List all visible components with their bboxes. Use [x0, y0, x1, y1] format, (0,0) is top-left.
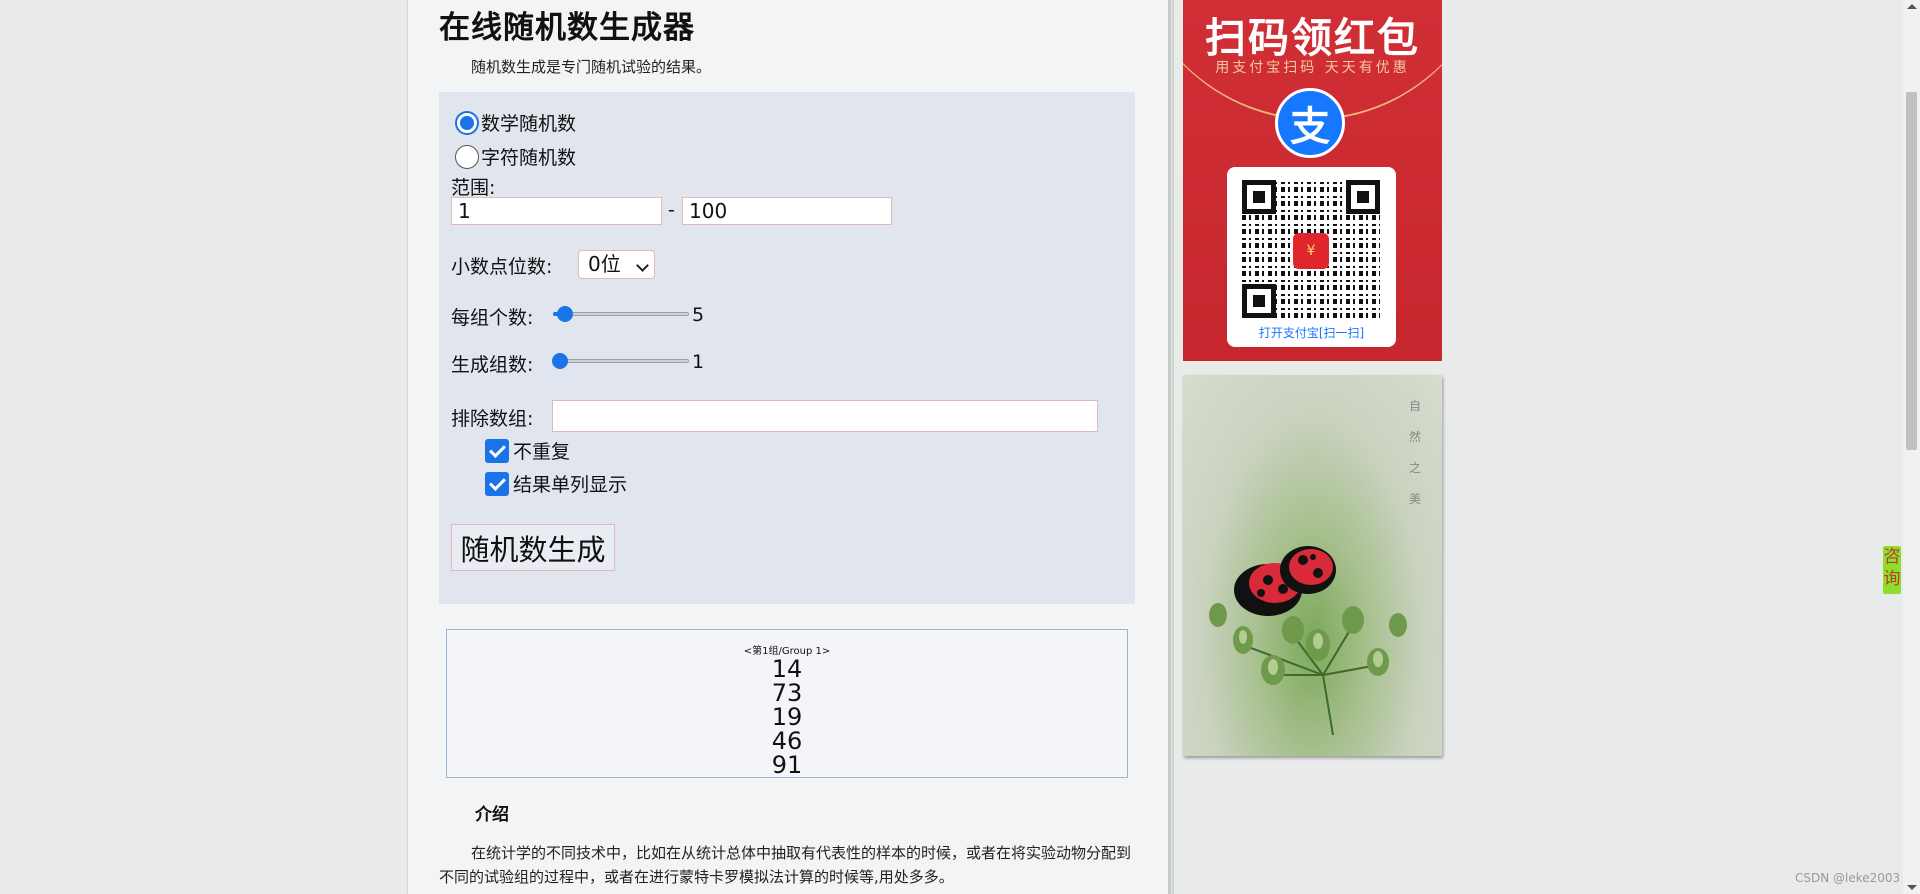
result-number: 19 [771, 703, 803, 731]
page-subtitle: 随机数生成是专门随机试验的结果。 [471, 58, 712, 76]
alipay-red-packet-ad[interactable]: 扫码领红包 用支付宝扫码 天天有优惠 支 ¥ 打开支付宝[扫一扫] [1183, 0, 1442, 361]
generator-form: 数学随机数 字符随机数 范围: 1 - 100 小数点位数: 0位 每组个数: … [439, 92, 1135, 604]
photo-caption: 自然之美 [1409, 399, 1422, 506]
single-column-label: 结果单列显示 [513, 474, 628, 496]
checkbox-checked-icon[interactable] [485, 438, 509, 463]
radio-string-label: 字符随机数 [481, 147, 577, 169]
intro-paragraph: 在统计学的不同技术中，比如在从统计总体中抽取有代表性的样本的时候，或者在将实验动… [439, 844, 1132, 886]
scroll-up-arrow-icon[interactable] [1907, 4, 1917, 9]
page-scrollbar[interactable] [1903, 0, 1920, 894]
consult-button[interactable]: 咨询 [1883, 546, 1901, 594]
qr-finder-icon [1242, 284, 1276, 318]
checkbox-checked-icon[interactable] [485, 471, 509, 496]
alipay-logo-icon: 支 [1275, 88, 1345, 158]
radio-math-label: 数学随机数 [481, 113, 577, 135]
scrollbar-thumb[interactable] [1906, 92, 1917, 450]
intro-heading: 介绍 [475, 805, 509, 825]
group-count-value: 1 [692, 351, 705, 373]
chevron-down-icon [636, 259, 649, 272]
range-separator: - [668, 199, 675, 221]
csdn-watermark: CSDN @leke2003 [1795, 871, 1901, 885]
ad-title: 扫码领红包 [1205, 14, 1420, 62]
decimal-select[interactable]: 0位 [578, 250, 655, 279]
slider-track [553, 312, 689, 316]
group-count-slider[interactable] [551, 353, 689, 369]
qr-finder-icon [1346, 180, 1380, 214]
no-repeat-label: 不重复 [513, 441, 571, 463]
slider-thumb[interactable] [551, 353, 568, 369]
decimal-select-value: 0位 [588, 252, 621, 276]
single-column-checkbox[interactable]: 结果单列显示 [485, 470, 627, 497]
qr-card: ¥ 打开支付宝[扫一扫] [1227, 167, 1396, 347]
scroll-down-arrow-icon[interactable] [1907, 885, 1917, 890]
result-number: 91 [771, 751, 803, 779]
result-number: 46 [771, 727, 803, 755]
ladybug-photo-image [1209, 546, 1407, 736]
page-title: 在线随机数生成器 [439, 10, 695, 46]
per-group-label: 每组个数: [451, 307, 534, 329]
ad-subtitle: 用支付宝扫码 天天有优惠 [1215, 60, 1410, 76]
result-number: 73 [771, 679, 803, 707]
group-count-label: 生成组数: [451, 354, 534, 376]
generate-button[interactable]: 随机数生成 [451, 524, 615, 571]
radio-math-random[interactable]: 数学随机数 [455, 109, 576, 136]
radio-string-indicator[interactable] [455, 144, 479, 169]
range-max-input[interactable]: 100 [682, 197, 892, 225]
range-label: 范围: [451, 177, 496, 199]
slider-track [553, 359, 689, 363]
main-column: 在线随机数生成器 随机数生成是专门随机试验的结果。 数学随机数 字符随机数 范围… [407, 0, 1171, 894]
red-packet-icon: ¥ [1293, 233, 1329, 269]
decimal-label: 小数点位数: [451, 256, 553, 278]
qr-finder-icon [1242, 180, 1276, 214]
no-repeat-checkbox[interactable]: 不重复 [485, 437, 570, 464]
qr-caption: 打开支付宝[扫一扫] [1258, 326, 1365, 340]
result-box: <第1组/Group 1> 14 73 19 46 91 [446, 629, 1128, 778]
per-group-value: 5 [692, 304, 705, 326]
nature-photo-ad[interactable]: 自然之美 [1183, 375, 1442, 756]
range-min-input[interactable]: 1 [451, 197, 662, 225]
column-divider [1172, 0, 1174, 894]
radio-string-random[interactable]: 字符随机数 [455, 143, 576, 170]
exclude-input[interactable] [552, 400, 1098, 432]
slider-thumb[interactable] [557, 306, 574, 322]
per-group-slider[interactable] [553, 306, 689, 322]
exclude-label: 排除数组: [451, 408, 534, 430]
result-number: 14 [771, 655, 803, 683]
radio-math-indicator[interactable] [455, 110, 479, 135]
